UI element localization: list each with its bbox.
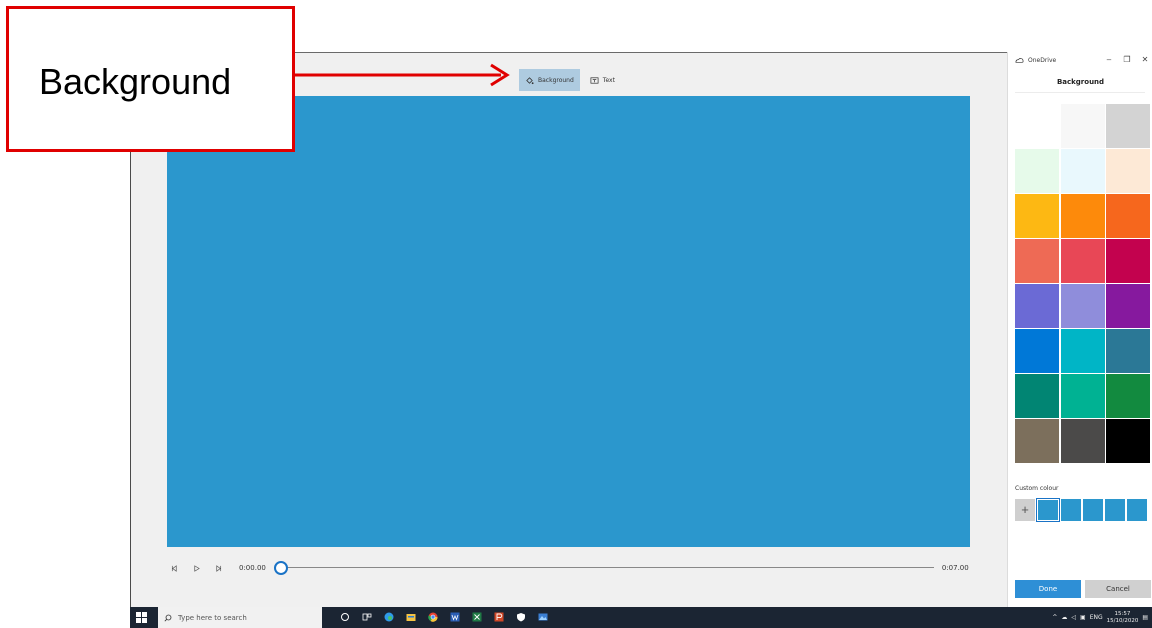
custom-colour-label: Custom colour xyxy=(1015,485,1059,492)
onedrive-tray-icon[interactable]: ☁ xyxy=(1061,614,1067,621)
screen: Background Text 0:00.00 0:07.00 OneDrive… xyxy=(0,0,1152,628)
step-back-icon xyxy=(171,564,177,572)
clock-time: 15:57 xyxy=(1114,610,1131,617)
custom-colour-swatch-selected[interactable] xyxy=(1036,498,1060,522)
notifications-icon[interactable]: ▤ xyxy=(1142,614,1148,621)
current-time: 0:00.00 xyxy=(239,564,266,572)
custom-colour-swatch[interactable] xyxy=(1127,499,1147,521)
text-box-icon xyxy=(590,76,599,84)
color-swatch[interactable] xyxy=(1060,284,1105,328)
color-swatch[interactable] xyxy=(1015,374,1059,418)
text-button-label: Text xyxy=(602,76,615,84)
step-forward-icon xyxy=(215,564,221,572)
color-swatch[interactable] xyxy=(1060,329,1105,373)
annotation-label: Background xyxy=(39,61,232,102)
play-icon xyxy=(193,564,200,572)
color-swatch[interactable] xyxy=(1015,104,1059,148)
clock-date: 15/10/2020 xyxy=(1106,617,1139,624)
color-swatch[interactable] xyxy=(1015,419,1059,463)
window-titlebar: OneDrive – ❐ ✕ xyxy=(1008,52,1152,68)
cancel-button[interactable]: Cancel xyxy=(1085,580,1151,598)
panel-title: Background xyxy=(1056,78,1105,86)
color-swatch[interactable] xyxy=(1015,239,1059,283)
seek-track xyxy=(273,567,934,568)
color-swatch[interactable] xyxy=(1106,419,1150,463)
previous-frame-button[interactable] xyxy=(167,561,181,575)
minimize-icon[interactable]: – xyxy=(1103,55,1115,65)
seek-bar[interactable] xyxy=(273,561,934,575)
color-swatch[interactable] xyxy=(1106,194,1150,238)
divider xyxy=(1015,92,1145,93)
search-icon xyxy=(164,614,172,621)
file-explorer-icon[interactable] xyxy=(406,612,416,622)
color-swatch[interactable] xyxy=(1106,104,1150,148)
seek-handle[interactable] xyxy=(273,561,288,575)
windows-start-icon[interactable] xyxy=(136,612,147,623)
language-indicator[interactable]: ENG xyxy=(1090,614,1103,621)
color-swatch[interactable] xyxy=(1106,149,1150,193)
color-swatch[interactable] xyxy=(1060,419,1105,463)
color-swatch[interactable] xyxy=(1106,284,1150,328)
cortana-icon[interactable] xyxy=(340,612,350,622)
color-swatch[interactable] xyxy=(1060,194,1105,238)
add-custom-colour-button[interactable]: + xyxy=(1015,499,1035,521)
excel-icon[interactable] xyxy=(472,612,482,622)
onedrive-icon xyxy=(1015,57,1024,63)
edge-icon[interactable] xyxy=(384,612,394,622)
word-icon[interactable] xyxy=(450,612,460,622)
color-swatch[interactable] xyxy=(1060,374,1105,418)
chrome-icon[interactable] xyxy=(428,612,438,622)
editor-toolbar: Background Text xyxy=(519,69,621,91)
color-swatch[interactable] xyxy=(1015,329,1059,373)
chevron-up-icon[interactable]: ^ xyxy=(1052,614,1057,621)
taskbar: Type here to search ^ ☁ ◁ ▣ ENG 15:57 15… xyxy=(130,607,1152,628)
color-swatch[interactable] xyxy=(1060,239,1105,283)
restore-icon[interactable]: ❐ xyxy=(1121,55,1133,65)
window-title: OneDrive xyxy=(1028,56,1057,64)
color-swatch[interactable] xyxy=(1015,284,1059,328)
volume-icon[interactable]: ◁ xyxy=(1071,614,1076,621)
color-swatch[interactable] xyxy=(1015,194,1059,238)
play-button[interactable] xyxy=(189,561,203,575)
clock[interactable]: 15:57 15/10/2020 xyxy=(1107,611,1139,625)
powerpoint-icon[interactable] xyxy=(494,612,504,622)
preview-canvas xyxy=(167,96,970,547)
taskbar-search[interactable]: Type here to search xyxy=(158,607,322,628)
custom-colour-swatch[interactable] xyxy=(1105,499,1125,521)
end-time: 0:07.00 xyxy=(941,564,969,572)
color-swatch[interactable] xyxy=(1060,149,1105,193)
annotation-arrow-icon xyxy=(295,63,510,87)
photos-icon[interactable] xyxy=(538,612,548,622)
close-icon[interactable]: ✕ xyxy=(1139,55,1151,65)
color-swatch[interactable] xyxy=(1106,329,1150,373)
custom-colour-row: + xyxy=(1015,498,1147,522)
annotation-callout: Background xyxy=(6,6,295,152)
text-button[interactable]: Text xyxy=(584,69,621,91)
network-icon[interactable]: ▣ xyxy=(1080,614,1086,621)
background-button-label: Background xyxy=(538,76,574,84)
color-swatch[interactable] xyxy=(1060,104,1105,148)
color-swatch[interactable] xyxy=(1106,374,1150,418)
paint-bucket-icon xyxy=(526,76,534,84)
color-swatch-grid xyxy=(1015,104,1151,463)
color-swatch[interactable] xyxy=(1015,149,1059,193)
security-shield-icon[interactable] xyxy=(516,612,526,622)
custom-colour-swatch[interactable] xyxy=(1061,499,1081,521)
playback-controls: 0:00.00 0:07.00 xyxy=(167,558,987,578)
background-button[interactable]: Background xyxy=(519,69,580,91)
background-panel: OneDrive – ❐ ✕ Background Custom colour … xyxy=(1007,52,1152,607)
search-placeholder: Type here to search xyxy=(178,613,247,622)
plus-icon: + xyxy=(1021,502,1029,517)
done-button[interactable]: Done xyxy=(1015,580,1081,598)
color-swatch[interactable] xyxy=(1106,239,1150,283)
system-tray: ^ ☁ ◁ ▣ ENG 15:57 15/10/2020 ▤ xyxy=(1052,607,1148,628)
custom-colour-swatch[interactable] xyxy=(1083,499,1103,521)
task-view-icon[interactable] xyxy=(362,612,372,622)
next-frame-button[interactable] xyxy=(211,561,225,575)
